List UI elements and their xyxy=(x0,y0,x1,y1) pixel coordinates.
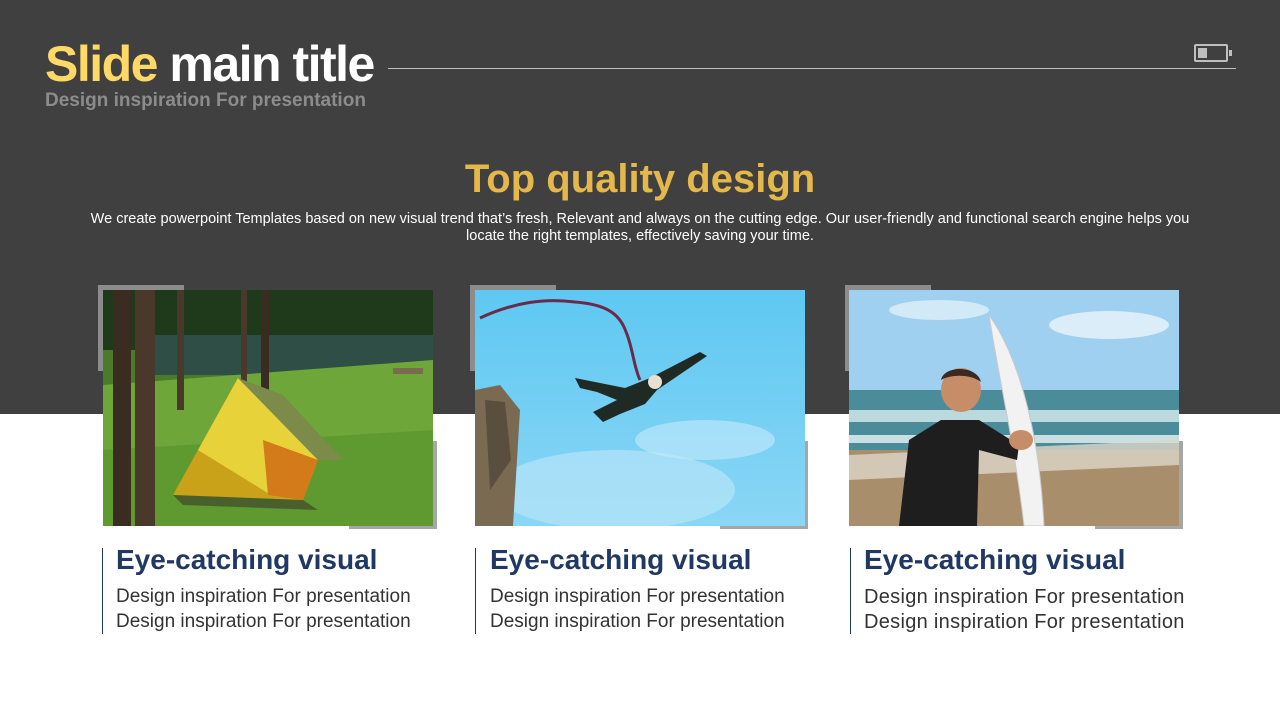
card-description: Design inspiration For presentation xyxy=(864,611,1185,633)
section-body: We create powerpoint Templates based on … xyxy=(90,211,1190,244)
slide-subtitle: Design inspiration For presentation xyxy=(45,90,366,111)
battery-icon xyxy=(1194,44,1232,62)
card-title: Eye-catching visual xyxy=(864,544,1126,575)
card-description: Design inspiration For presentation xyxy=(864,586,1185,608)
camping-tent-photo xyxy=(103,290,433,526)
caption-divider xyxy=(475,548,476,634)
title-divider xyxy=(388,68,1236,69)
caption-divider xyxy=(850,548,851,634)
slide-title-rest: main title xyxy=(156,36,375,92)
slide-title: Slide main title xyxy=(45,34,375,94)
card-description: Design inspiration For presentation xyxy=(116,611,411,632)
slide-title-accent: Slide xyxy=(45,36,158,92)
caption-divider xyxy=(102,548,103,634)
card-description: Design inspiration For presentation xyxy=(116,586,411,607)
card-title: Eye-catching visual xyxy=(116,544,378,575)
section-heading: Top quality design xyxy=(464,157,816,201)
surfer-photo xyxy=(849,290,1179,526)
card-description: Design inspiration For presentation xyxy=(490,611,785,632)
card-description: Design inspiration For presentation xyxy=(490,586,785,607)
battery-level xyxy=(1198,48,1207,58)
bungee-jump-photo xyxy=(475,290,805,526)
card-title: Eye-catching visual xyxy=(490,544,752,575)
